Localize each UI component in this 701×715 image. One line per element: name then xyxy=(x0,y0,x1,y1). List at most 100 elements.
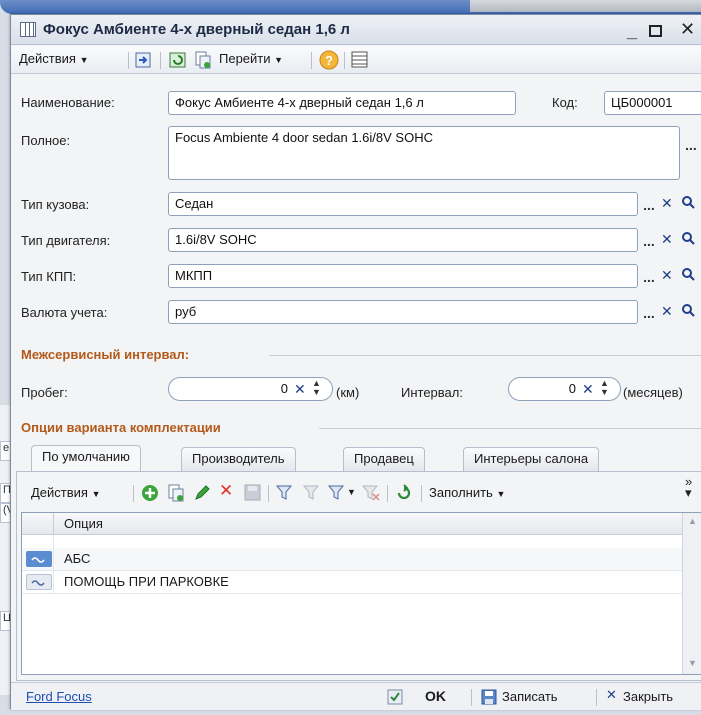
clear-icon[interactable]: ✕ xyxy=(661,195,673,212)
options-actions-label: Действия xyxy=(31,485,88,500)
engine-type-input[interactable]: 1.6i/8V SOHC xyxy=(168,228,638,252)
tab-manufacturer[interactable]: Производитель xyxy=(181,447,296,471)
dropdown-arrow-icon: ▼ xyxy=(496,489,506,499)
select-button[interactable]: ... xyxy=(641,270,657,289)
form-footer: Ford Focus OK Записать ✕ Закрыть xyxy=(11,682,701,710)
form-toolbar: Действия ▼ Перейти ▼ ? xyxy=(11,46,701,74)
tab-seller[interactable]: Продавец xyxy=(343,447,425,471)
table-scrollbar[interactable]: ▲ ▼ xyxy=(682,513,701,674)
fill-menu-label: Заполнить xyxy=(429,485,493,500)
body-type-input[interactable]: Седан xyxy=(168,192,638,216)
fill-menu-button[interactable]: Заполнить ▼ xyxy=(429,485,505,500)
select-button[interactable]: ... xyxy=(641,234,657,253)
window-title: Фокус Амбиенте 4-х дверный седан 1,6 л xyxy=(43,21,350,38)
open-icon[interactable] xyxy=(681,195,695,211)
options-table: Опция АБС ПОМОЩЬ ПРИ ПАРКОВКЕ ▲ ▼ xyxy=(21,512,701,675)
spin-buttons-icon[interactable]: ▲ ▼ xyxy=(312,379,321,397)
tab-default[interactable]: По умолчанию xyxy=(31,445,141,472)
full-name-label: Полное: xyxy=(21,133,71,148)
save-label: Записать xyxy=(502,689,558,704)
actions-menu-label: Действия xyxy=(19,51,76,66)
gearbox-type-input[interactable]: МКПП xyxy=(168,264,638,288)
interval-unit: (месяцев) xyxy=(623,385,683,400)
full-name-textarea[interactable]: Focus Ambiente 4 door sedan 1.6i/8V SOHC xyxy=(168,126,680,180)
owner-link[interactable]: Ford Focus xyxy=(26,689,92,704)
code-input[interactable]: ЦБ000001 xyxy=(604,91,701,115)
refresh-icon[interactable] xyxy=(169,51,187,69)
close-x-icon: ✕ xyxy=(606,687,617,702)
clear-icon[interactable]: ✕ xyxy=(582,381,594,398)
window-titlebar[interactable]: Фокус Амбиенте 4-х дверный седан 1,6 л _… xyxy=(11,15,701,45)
clear-icon[interactable]: ✕ xyxy=(294,381,306,398)
interval-label: Интервал: xyxy=(401,385,463,400)
goto-menu-button[interactable]: Перейти ▼ xyxy=(219,51,283,66)
close-icon[interactable]: ✕ xyxy=(680,19,695,40)
select-from-list-icon[interactable] xyxy=(135,51,153,69)
catalog-window-icon xyxy=(20,22,36,37)
form-structure-icon[interactable] xyxy=(351,51,369,69)
dropdown-arrow-icon: ▼ xyxy=(79,55,89,65)
goto-menu-label: Перейти xyxy=(219,51,271,66)
clear-icon[interactable]: ✕ xyxy=(661,267,673,284)
clear-icon[interactable]: ✕ xyxy=(661,231,673,248)
actions-menu-button[interactable]: Действия ▼ xyxy=(19,51,89,66)
more-commands-icon[interactable]: » ▾ xyxy=(685,475,692,499)
close-label: Закрыть xyxy=(623,689,674,704)
option-name: ПОМОЩЬ ПРИ ПАРКОВКЕ xyxy=(64,574,229,589)
table-row[interactable]: АБС xyxy=(22,548,682,571)
filter-by-value-icon xyxy=(302,485,320,500)
maximize-icon[interactable] xyxy=(649,21,662,42)
select-button[interactable]: ... xyxy=(641,198,657,217)
mileage-input[interactable]: 0 xyxy=(168,377,333,401)
help-icon[interactable]: ? xyxy=(319,50,339,70)
dropdown-arrow-icon: ▼ xyxy=(274,55,284,65)
add-icon[interactable] xyxy=(141,484,159,502)
clear-icon[interactable]: ✕ xyxy=(661,303,673,320)
body-type-label: Тип кузова: xyxy=(21,197,90,212)
open-text-editor-button[interactable]: ... xyxy=(683,138,699,157)
catalog-item-icon xyxy=(26,551,52,567)
copy-icon[interactable] xyxy=(167,484,185,502)
select-button[interactable]: ... xyxy=(641,306,657,325)
delete-icon[interactable]: ✕ xyxy=(219,481,233,501)
refresh-icon[interactable] xyxy=(395,484,413,502)
ok-label: OK xyxy=(425,688,446,704)
service-interval-section-title: Межсервисный интервал: xyxy=(21,347,190,362)
column-header-option[interactable]: Опция xyxy=(64,516,103,531)
options-section-title: Опции варианта комплектации xyxy=(21,420,221,435)
filter-history-icon[interactable] xyxy=(327,484,345,502)
open-icon[interactable] xyxy=(681,303,695,319)
catalog-item-window: Фокус Амбиенте 4-х дверный седан 1,6 л _… xyxy=(10,14,701,710)
edit-icon[interactable] xyxy=(193,484,211,502)
save-row-icon xyxy=(244,484,261,501)
background-window-titlebar-right xyxy=(470,0,701,12)
open-icon[interactable] xyxy=(681,267,695,283)
open-icon[interactable] xyxy=(681,231,695,247)
options-actions-menu-button[interactable]: Действия ▼ xyxy=(31,485,101,500)
mileage-label: Пробег: xyxy=(21,385,68,400)
name-input[interactable]: Фокус Амбиенте 4-х дверный седан 1,6 л xyxy=(168,91,516,115)
save-button[interactable]: Записать xyxy=(481,687,591,707)
dropdown-arrow-icon[interactable]: ▼ xyxy=(347,487,356,497)
spin-buttons-icon[interactable]: ▲ ▼ xyxy=(600,379,609,397)
minimize-icon[interactable]: _ xyxy=(627,21,637,42)
table-header: Опция xyxy=(22,513,682,535)
tab-interiors[interactable]: Интерьеры салона xyxy=(463,447,600,471)
code-label: Код: xyxy=(552,95,578,110)
svg-text:?: ? xyxy=(325,53,333,68)
close-button[interactable]: ✕ Закрыть xyxy=(606,687,701,707)
clear-filter-icon xyxy=(361,485,380,501)
checkmark-icon xyxy=(387,689,403,705)
option-name: АБС xyxy=(64,551,91,566)
currency-label: Валюта учета: xyxy=(21,305,108,320)
save-icon xyxy=(481,689,497,705)
catalog-item-icon xyxy=(26,574,52,590)
table-row[interactable]: ПОМОЩЬ ПРИ ПАРКОВКЕ xyxy=(22,571,682,594)
scroll-down-icon[interactable]: ▼ xyxy=(688,658,697,668)
scroll-up-icon[interactable]: ▲ xyxy=(688,516,697,526)
filter-settings-icon[interactable] xyxy=(275,484,295,502)
copy-document-icon[interactable] xyxy=(194,51,212,69)
mileage-unit: (км) xyxy=(336,385,360,400)
name-label: Наименование: xyxy=(21,95,115,110)
currency-input[interactable]: руб xyxy=(168,300,638,324)
